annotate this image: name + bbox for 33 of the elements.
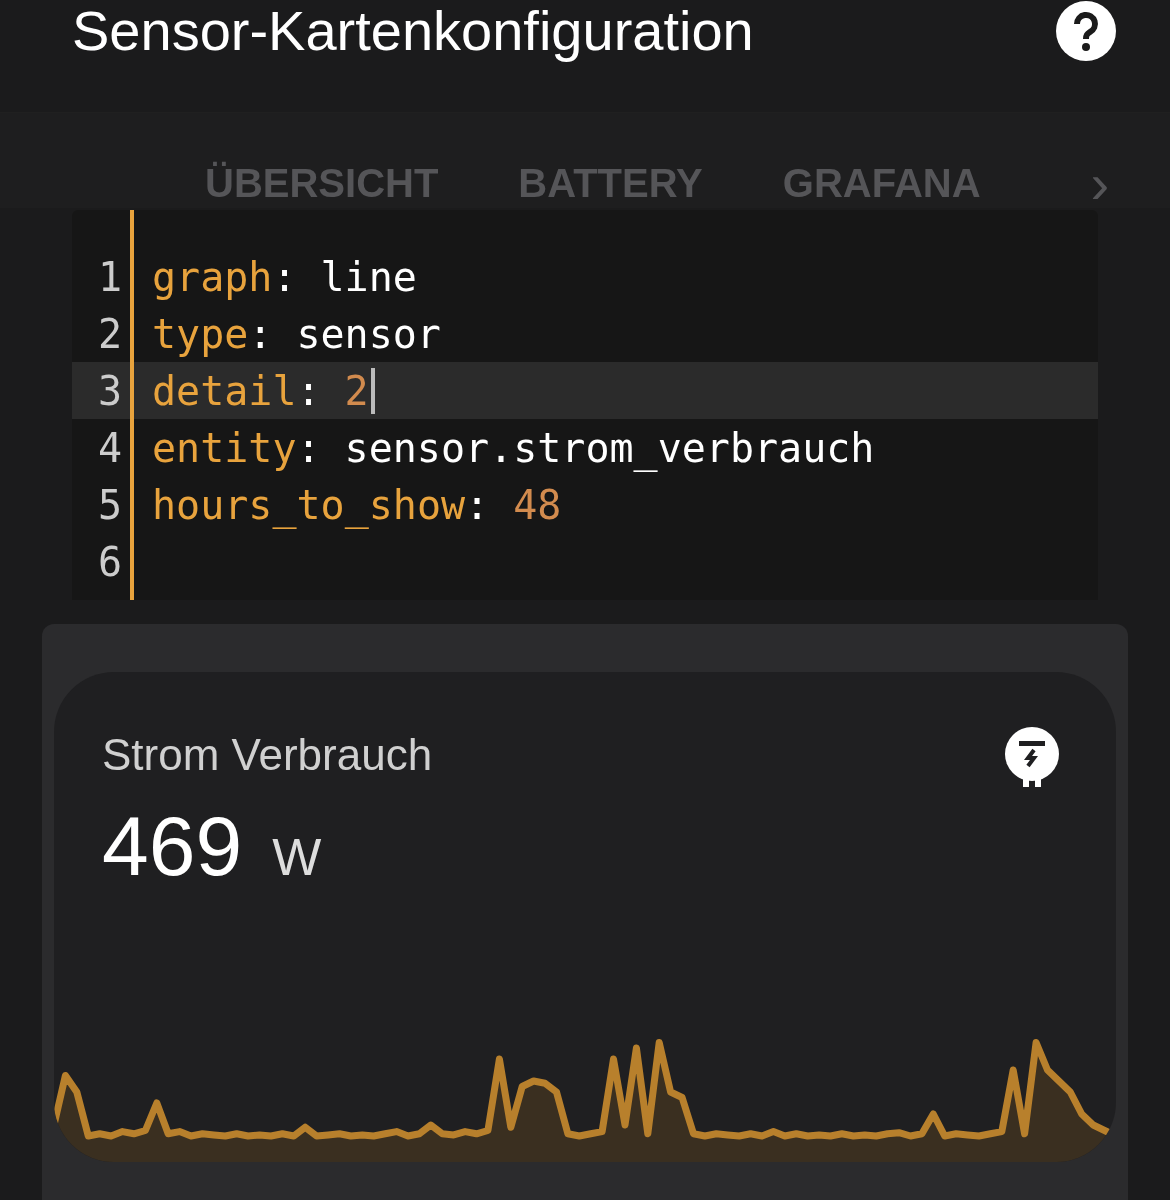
view-tab[interactable]: ÜBERSICHT bbox=[205, 160, 439, 206]
code-key: entity bbox=[152, 424, 297, 471]
code-colon: : bbox=[248, 310, 273, 357]
line-number: 3 bbox=[96, 367, 123, 414]
code-editor[interactable]: 1 graph: line 2 type: sensor 3 detail: 2 4 entity: sensor.strom_verbrauch 5 hours_to_show: 48 6 bbox=[72, 210, 1098, 600]
view-tab[interactable]: GRAFANA bbox=[782, 160, 981, 206]
code-value: 2 bbox=[344, 367, 369, 414]
code-value: sensor bbox=[296, 310, 441, 357]
sensor-name: Strom Verbrauch bbox=[102, 730, 433, 780]
code-value: sensor.strom_verbrauch bbox=[344, 424, 875, 471]
code-colon: : bbox=[272, 253, 297, 300]
code-value: line bbox=[320, 253, 417, 300]
code-value: 48 bbox=[513, 481, 562, 528]
meter-icon bbox=[1004, 726, 1060, 788]
code-colon: : bbox=[296, 367, 321, 414]
text-cursor bbox=[370, 367, 375, 414]
line-number: 2 bbox=[96, 310, 123, 357]
view-tab[interactable]: BATTERY bbox=[518, 160, 703, 206]
code-key: detail bbox=[152, 367, 297, 414]
code-colon: : bbox=[465, 481, 490, 528]
help-icon[interactable] bbox=[1056, 1, 1116, 61]
line-number: 4 bbox=[96, 424, 123, 471]
line-number: 6 bbox=[96, 538, 123, 585]
code-key: hours_to_show bbox=[152, 481, 466, 528]
code-key: graph bbox=[152, 253, 273, 300]
line-number: 5 bbox=[96, 481, 123, 528]
code-key: type bbox=[152, 310, 249, 357]
sensor-value: 469 bbox=[102, 798, 243, 895]
code-colon: : bbox=[296, 424, 321, 471]
line-number: 1 bbox=[96, 253, 123, 300]
sensor-unit: W bbox=[272, 827, 322, 887]
sensor-card[interactable]: Strom Verbrauch 469 W bbox=[54, 672, 1116, 1162]
dialog-title: Sensor-Kartenkonfiguration bbox=[72, 0, 754, 62]
